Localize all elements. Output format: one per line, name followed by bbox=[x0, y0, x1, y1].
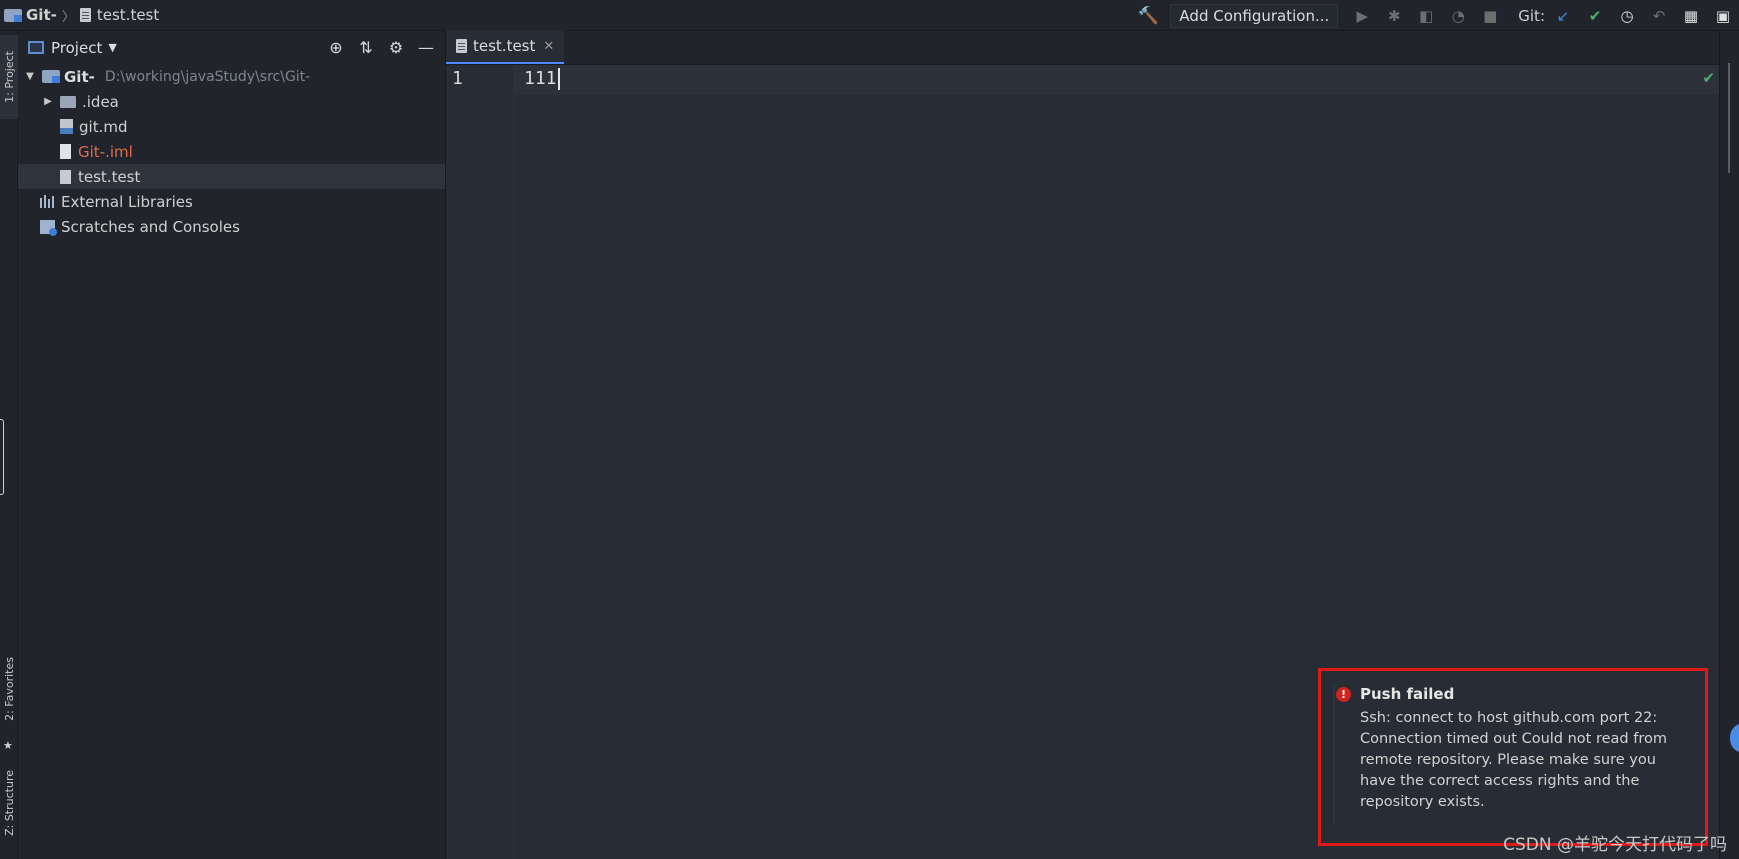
module-file-icon bbox=[60, 144, 71, 159]
text-cursor bbox=[557, 68, 560, 90]
tree-item-label: Scratches and Consoles bbox=[61, 217, 240, 236]
minimize-icon[interactable]: — bbox=[413, 38, 439, 57]
git-commit-icon[interactable]: ✔ bbox=[1583, 4, 1607, 28]
project-tool-window: Project ▼ ⊕ ⇅ ⚙ — ▼ Git- D:\working\java… bbox=[18, 31, 446, 859]
tree-item-external-libraries[interactable]: External Libraries bbox=[18, 189, 445, 214]
tool-tab-favorites-label: 2: Favorites bbox=[2, 657, 16, 721]
editor-tabs: test.test ✕ bbox=[446, 30, 1719, 65]
tool-tab-project[interactable]: 1: Project bbox=[0, 35, 18, 119]
text-file-icon bbox=[456, 39, 467, 53]
tool-tab-favorites[interactable]: 2: Favorites bbox=[0, 641, 18, 737]
add-configuration-button[interactable]: Add Configuration... bbox=[1170, 3, 1339, 28]
notification-divider bbox=[1333, 685, 1335, 825]
debug-icon[interactable]: ✱ bbox=[1382, 4, 1406, 28]
collapse-all-icon[interactable]: ⇅ bbox=[353, 38, 379, 57]
gear-icon[interactable]: ⚙ bbox=[383, 38, 409, 57]
tree-item-label: test.test bbox=[78, 167, 141, 186]
git-history-icon[interactable]: ◷ bbox=[1615, 4, 1639, 28]
stop-icon[interactable]: ■ bbox=[1478, 4, 1502, 28]
tree-item-git-md[interactable]: git.md bbox=[18, 114, 445, 139]
tree-item-test-test[interactable]: test.test bbox=[18, 164, 445, 189]
git-update-icon[interactable]: ↙ bbox=[1551, 4, 1575, 28]
tool-tab-structure-label: Z: Structure bbox=[2, 770, 16, 836]
tree-item-label: Git-.iml bbox=[78, 142, 133, 161]
profile-icon[interactable]: ◔ bbox=[1446, 4, 1470, 28]
git-label: Git: bbox=[1518, 6, 1545, 25]
tree-root-path: D:\working\javaStudy\src\Git- bbox=[104, 68, 311, 85]
tree-item-scratches[interactable]: Scratches and Consoles bbox=[18, 214, 445, 239]
coverage-icon[interactable]: ◧ bbox=[1414, 4, 1438, 28]
tool-tab-project-label: 1: Project bbox=[2, 51, 16, 103]
error-icon: ! bbox=[1336, 687, 1351, 702]
project-header-actions: ⊕ ⇅ ⚙ — bbox=[319, 31, 439, 64]
breadcrumb-project-label: Git- bbox=[26, 6, 57, 24]
close-icon[interactable]: ✕ bbox=[543, 39, 554, 54]
project-header: Project ▼ ⊕ ⇅ ⚙ — bbox=[18, 31, 445, 64]
scratches-icon bbox=[40, 219, 57, 236]
left-tool-strip: 1: Project 2: Favorites ★ Z: Structure bbox=[0, 31, 18, 859]
breadcrumb-file-label: test.test bbox=[96, 6, 160, 24]
breadcrumb: Git- 〉 test.test bbox=[0, 0, 159, 30]
inspection-ok-icon[interactable]: ✔ bbox=[1702, 69, 1715, 87]
text-file-icon bbox=[79, 8, 91, 22]
tab-test-test[interactable]: test.test ✕ bbox=[446, 30, 565, 64]
locate-icon[interactable]: ⊕ bbox=[323, 38, 349, 57]
notification-indicator[interactable] bbox=[1730, 723, 1739, 753]
watermark: CSDN @羊驼今天打代码了吗 bbox=[1503, 835, 1727, 855]
tree-item-label: External Libraries bbox=[61, 192, 193, 211]
tree-root-name: Git- bbox=[64, 67, 95, 86]
project-tree: ▼ Git- D:\working\javaStudy\src\Git- ▶ .… bbox=[18, 64, 445, 239]
code-text: 111 bbox=[524, 68, 557, 89]
resize-handle[interactable] bbox=[0, 419, 4, 495]
project-view-icon bbox=[28, 41, 44, 54]
tree-item-git-iml[interactable]: Git-.iml bbox=[18, 139, 445, 164]
tree-item-label: git.md bbox=[79, 117, 128, 136]
breadcrumb-project[interactable]: Git- bbox=[4, 6, 57, 24]
notification-body: Ssh: connect to host github.com port 22:… bbox=[1360, 710, 1667, 810]
chevron-right-icon[interactable]: ▶ bbox=[42, 96, 54, 107]
tool-tab-structure[interactable]: Z: Structure bbox=[0, 753, 18, 853]
line-gutter[interactable]: 1 bbox=[446, 65, 514, 859]
tree-item-label: .idea bbox=[82, 92, 119, 111]
hammer-icon[interactable]: 🔨 bbox=[1136, 4, 1160, 28]
star-icon: ★ bbox=[3, 739, 13, 752]
text-file-icon bbox=[60, 169, 71, 184]
tab-label: test.test bbox=[473, 37, 536, 55]
notification-title: Push failed bbox=[1360, 685, 1455, 703]
markdown-file-icon bbox=[60, 119, 73, 134]
module-folder-icon bbox=[42, 70, 60, 83]
chevron-right-icon: 〉 bbox=[61, 9, 75, 25]
right-tool-strip bbox=[1719, 31, 1739, 859]
current-line-highlight bbox=[514, 65, 1719, 95]
tree-root[interactable]: ▼ Git- D:\working\javaStudy\src\Git- bbox=[18, 64, 445, 89]
code-line[interactable]: 111 bbox=[524, 68, 560, 90]
git-rollback-icon[interactable]: ↶ bbox=[1647, 4, 1671, 28]
chevron-down-icon[interactable]: ▼ bbox=[24, 71, 36, 82]
right-tool-tab[interactable] bbox=[1728, 63, 1730, 173]
breadcrumb-file[interactable]: test.test bbox=[79, 6, 160, 24]
terminal-icon[interactable]: ▣ bbox=[1711, 4, 1735, 28]
library-icon bbox=[40, 195, 55, 208]
push-failed-notification[interactable]: ! Push failed Ssh: connect to host githu… bbox=[1318, 668, 1708, 846]
project-structure-icon[interactable]: ▦ bbox=[1679, 4, 1703, 28]
tree-item-idea[interactable]: ▶ .idea bbox=[18, 89, 445, 114]
project-title[interactable]: Project bbox=[51, 39, 102, 57]
run-icon[interactable]: ▶ bbox=[1350, 4, 1374, 28]
folder-icon bbox=[60, 95, 76, 108]
main-toolbar: 🔨 Add Configuration... ▶ ✱ ◧ ◔ ■ Git: ↙ … bbox=[1132, 0, 1739, 31]
caret-down-icon[interactable]: ▼ bbox=[108, 41, 116, 54]
project-folder-icon bbox=[4, 8, 22, 22]
navigation-bar: Git- 〉 test.test 🔨 Add Configuration... … bbox=[0, 0, 1739, 31]
line-number: 1 bbox=[452, 68, 463, 89]
